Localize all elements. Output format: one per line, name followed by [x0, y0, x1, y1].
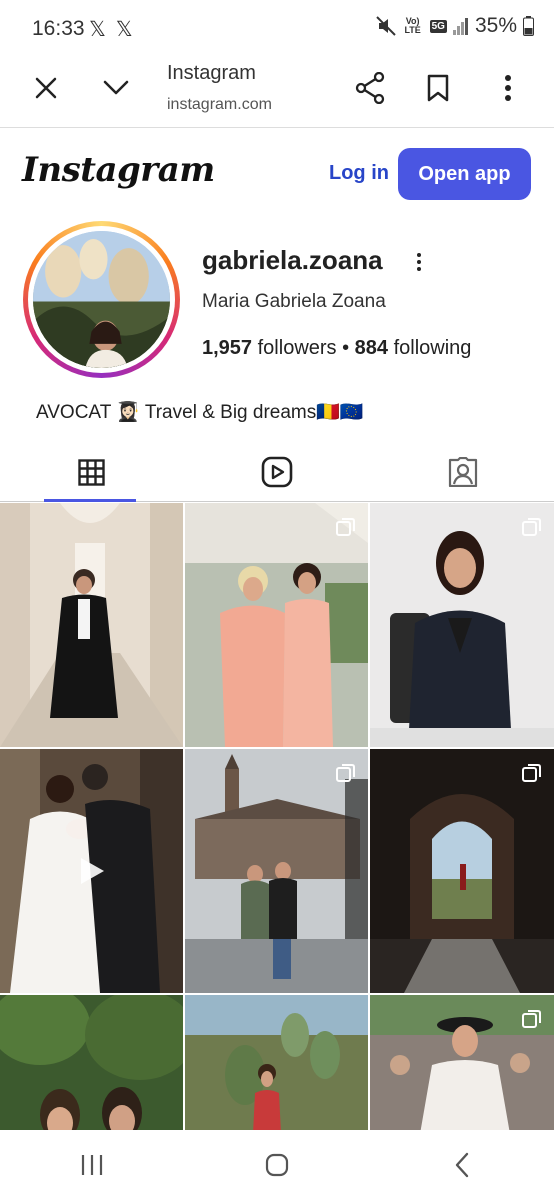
followers-label: followers [257, 337, 337, 359]
post-thumbnail[interactable] [370, 995, 554, 1130]
post-image [370, 503, 554, 747]
post-thumbnail[interactable] [370, 749, 554, 993]
5g-indicator: 5G [429, 19, 447, 33]
status-time: 16:33 [32, 17, 85, 40]
reels-icon [261, 456, 293, 488]
grid-icon [77, 458, 105, 486]
battery-percent: 35% [474, 14, 517, 37]
login-link[interactable]: Log in [329, 162, 389, 185]
profile-tabs [0, 440, 554, 502]
following-stat[interactable]: 884 following [355, 337, 472, 359]
post-thumbnail[interactable] [0, 503, 183, 747]
recents-icon [82, 1155, 103, 1175]
following-count: 884 [354, 337, 389, 359]
post-image [185, 995, 368, 1130]
followers-count: 1,957 [202, 337, 253, 359]
profile-full-name: Maria Gabriela Zoana [202, 291, 386, 312]
chevron-down-icon [103, 80, 129, 95]
active-tab-indicator [44, 499, 136, 502]
x-app-icon: 𝕏 𝕏 [89, 18, 135, 41]
expand-button[interactable] [92, 58, 140, 118]
carousel-icon [522, 764, 541, 782]
system-nav-bar [0, 1130, 554, 1200]
post-image [0, 503, 183, 747]
back-icon [455, 1152, 468, 1178]
battery-icon [523, 16, 534, 36]
avatar-photo [33, 231, 170, 368]
status-bar: 16:33 𝕏 𝕏 Vo) LTE 5G 35% [0, 0, 554, 58]
lte-indicator: Vo) LTE [404, 16, 421, 35]
tagged-icon [448, 457, 478, 487]
share-button[interactable] [346, 58, 394, 118]
more-vertical-icon [417, 253, 421, 271]
carousel-icon [522, 518, 541, 536]
bookmark-button[interactable] [414, 58, 462, 118]
profile-username: gabriela.zoana [202, 245, 383, 275]
signal-icon [452, 18, 468, 35]
profile-options-button[interactable] [410, 248, 428, 276]
tab-posts[interactable] [71, 452, 111, 492]
carousel-icon [336, 518, 355, 536]
post-image [185, 749, 368, 993]
recent-apps-button[interactable] [62, 1140, 122, 1190]
avatar [33, 231, 170, 368]
status-right-group: Vo) LTE 5G 35% [375, 14, 534, 38]
post-thumbnail[interactable] [0, 749, 183, 993]
home-icon [265, 1153, 289, 1177]
avatar-story-ring[interactable] [23, 221, 180, 378]
page-title: Instagram [167, 62, 256, 84]
post-thumbnail[interactable] [370, 503, 554, 747]
browser-toolbar: Instagram instagram.com [0, 58, 554, 128]
page-url[interactable]: instagram.com [167, 96, 272, 114]
back-button[interactable] [432, 1140, 492, 1190]
carousel-icon [336, 764, 355, 782]
close-icon [35, 77, 57, 99]
play-icon [81, 858, 104, 884]
profile-bio: AVOCAT 👩🏻‍🎓 Travel & Big dreams🇷🇴🇪🇺 [36, 402, 364, 423]
share-icon [355, 72, 385, 104]
instagram-logo[interactable]: Instagram [22, 150, 215, 190]
post-thumbnail[interactable] [185, 995, 368, 1130]
post-grid [0, 503, 554, 1130]
post-image [370, 749, 554, 993]
post-image [0, 995, 183, 1130]
open-app-button[interactable]: Open app [398, 148, 531, 200]
profile-stats: 1,957 followers • 884 following [202, 337, 471, 360]
mute-icon [375, 16, 396, 36]
menu-button[interactable] [484, 58, 532, 118]
home-button[interactable] [247, 1140, 307, 1190]
following-label: following [393, 337, 472, 359]
post-thumbnail[interactable] [0, 995, 183, 1130]
stats-separator: • [342, 337, 355, 359]
followers-stat[interactable]: 1,957 followers [202, 337, 337, 359]
close-tab-button[interactable] [22, 58, 70, 118]
carousel-icon [522, 1010, 541, 1028]
post-thumbnail[interactable] [185, 749, 368, 993]
tab-tagged[interactable] [443, 452, 483, 492]
bookmark-icon [427, 74, 449, 102]
post-thumbnail[interactable] [185, 503, 368, 747]
more-vertical-icon [505, 75, 511, 101]
post-image [185, 503, 368, 747]
tab-reels[interactable] [257, 452, 297, 492]
